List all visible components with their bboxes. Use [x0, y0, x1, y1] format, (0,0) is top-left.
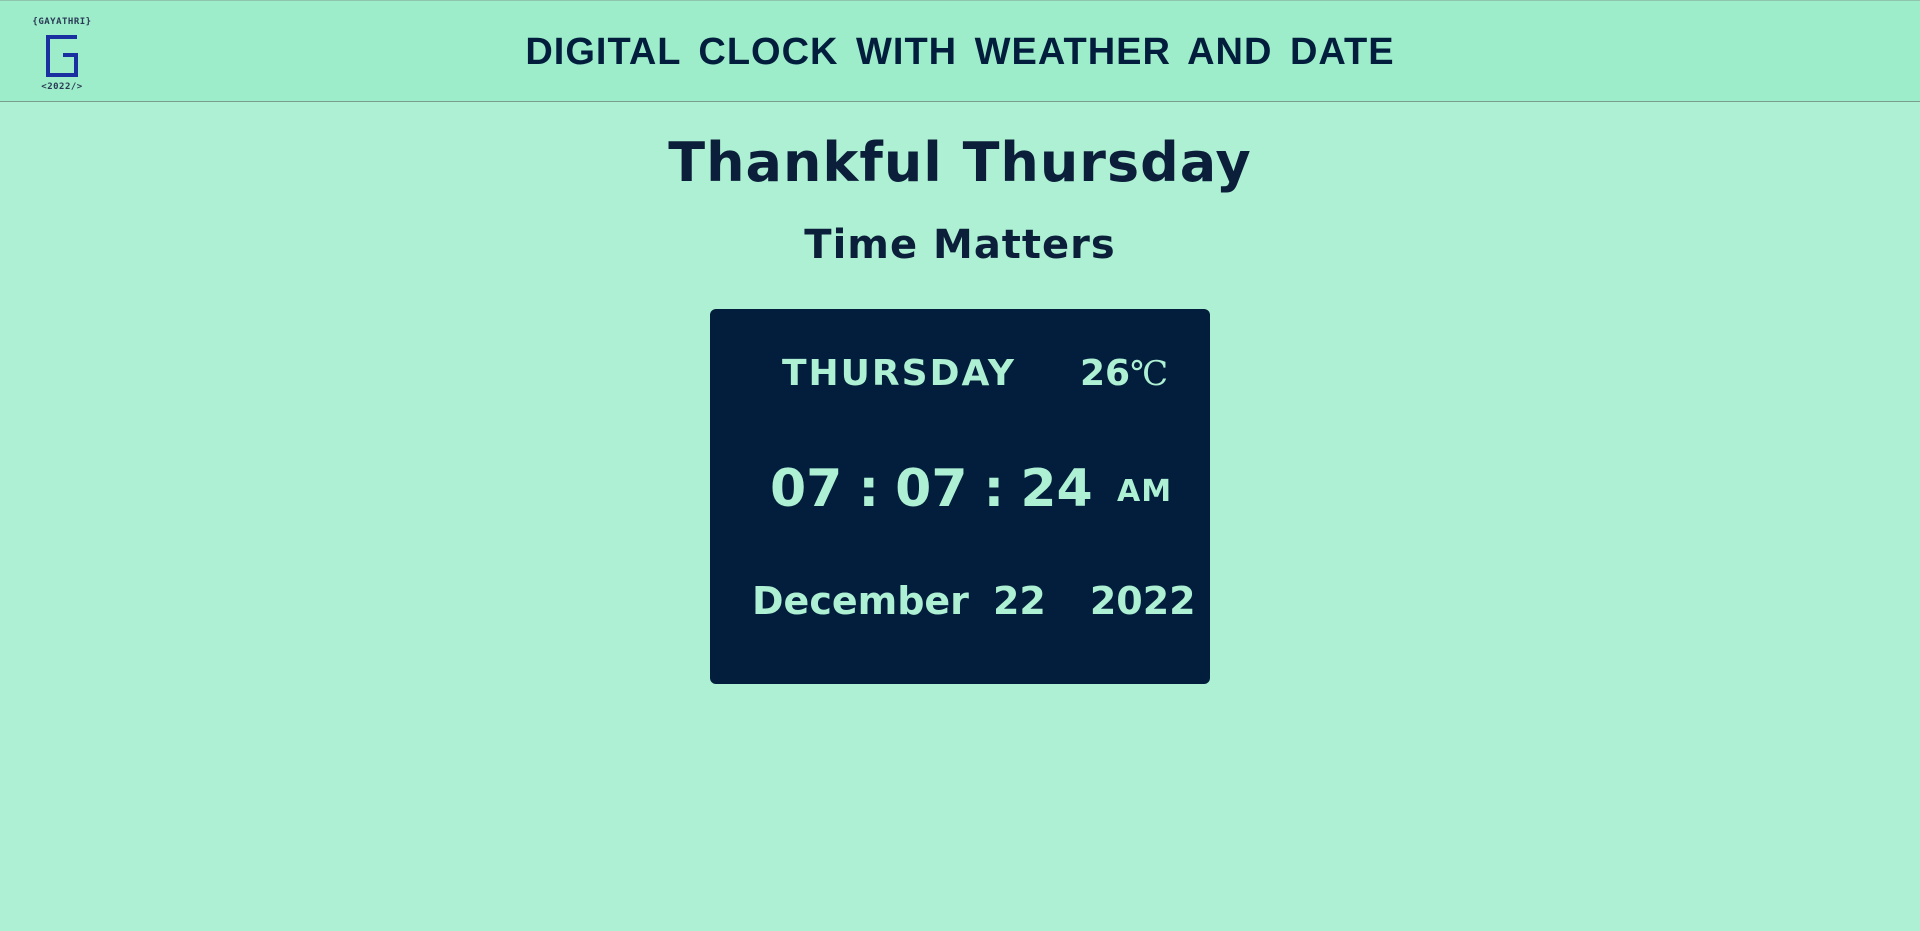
- time-seconds: 24: [1020, 459, 1093, 519]
- logo-bottom-text: <2022/>: [41, 82, 83, 92]
- temperature-unit: ℃: [1130, 354, 1169, 394]
- time-period: AM: [1117, 474, 1173, 509]
- date-day: 22: [992, 579, 1046, 623]
- date-year: 2022: [1089, 579, 1196, 623]
- tagline: Time Matters: [804, 222, 1116, 268]
- date-display: December 22 2022: [752, 579, 1196, 623]
- temperature-value: 26: [1080, 353, 1131, 394]
- logo-top-text: {GAYATHRI}: [32, 17, 92, 27]
- time-separator: :: [858, 459, 880, 519]
- page-header: {GAYATHRI} <2022/> DIGITAL CLOCK WITH WE…: [0, 0, 1920, 102]
- time-display: 07:07:24: [770, 459, 1093, 519]
- time-hours: 07: [770, 459, 843, 519]
- date-month: December: [752, 579, 969, 623]
- page-title: DIGITAL CLOCK WITH WEATHER AND DATE: [525, 31, 1395, 73]
- time-minutes: 07: [895, 459, 968, 519]
- time-separator: :: [983, 459, 1005, 519]
- temperature: 26℃: [1080, 353, 1168, 394]
- day-greeting: Thankful Thursday: [668, 131, 1252, 194]
- weekday: THURSDAY: [782, 353, 1016, 394]
- clock-card: THURSDAY 26℃ 07:07:24 AM December 22 2022: [710, 309, 1210, 684]
